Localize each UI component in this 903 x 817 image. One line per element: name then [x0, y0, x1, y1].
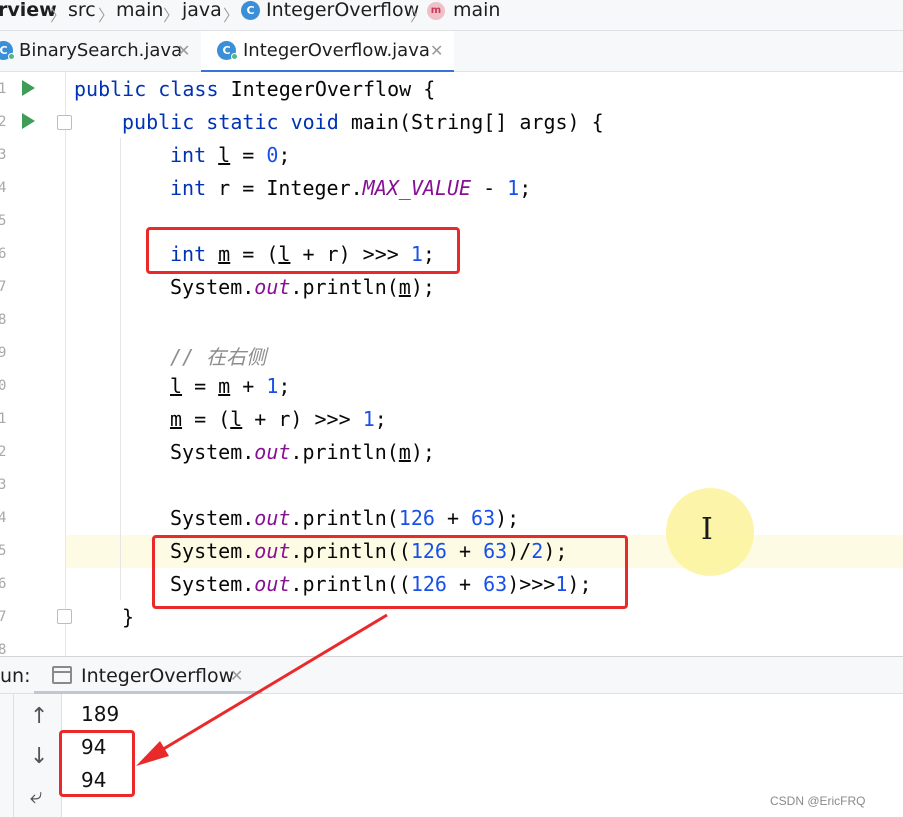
code-line: System.out.println(m); [170, 275, 435, 299]
close-icon[interactable]: ✕ [177, 41, 190, 60]
code-line: System.out.println(126 + 63); [170, 506, 520, 530]
breadcrumb: rview 〉 src 〉 main 〉 java 〉 C IntegerOve… [0, 0, 903, 31]
line-number: 2 [0, 114, 7, 130]
breadcrumb-item-class[interactable]: IntegerOverflow [266, 0, 419, 22]
annotation-box-output [59, 730, 135, 797]
code-line: l = m + 1; [170, 374, 291, 398]
tab-binarysearch[interactable]: C BinarySearch.java ✕ [0, 31, 200, 72]
code-line: int l = 0; [170, 143, 291, 167]
scroll-up-icon[interactable]: ↑ [30, 704, 48, 729]
line-number: 8 [0, 642, 7, 656]
code-line: public static void main(String[] args) { [122, 110, 604, 134]
line-number: 9 [0, 345, 7, 361]
class-icon: C [241, 1, 260, 20]
run-panel-title: un: [0, 665, 31, 687]
close-icon[interactable]: ✕ [230, 666, 243, 685]
code-line: public class IntegerOverflow { [74, 77, 436, 101]
code-editor[interactable]: 1 2 3 4 5 6 7 8 9 0 1 2 3 4 5 6 7 8 publ… [0, 72, 903, 656]
editor-tab-bar: C BinarySearch.java ✕ C IntegerOverflow.… [0, 31, 903, 73]
breadcrumb-item-method[interactable]: main [453, 0, 500, 22]
breadcrumb-item-main[interactable]: main [116, 0, 163, 22]
run-panel-body: ↑ ↓ ⤶ 189 94 94 [0, 694, 903, 817]
run-side-strip [0, 694, 14, 817]
tab-integeroverflow[interactable]: C IntegerOverflow.java ✕ [201, 31, 454, 73]
line-number: 1 [0, 81, 7, 97]
code-line: int r = Integer.MAX_VALUE - 1; [170, 176, 532, 200]
runnable-badge-icon [231, 53, 238, 60]
method-icon: m [427, 2, 445, 20]
run-tab-integeroverflow[interactable]: IntegerOverflow ✕ [34, 657, 262, 694]
annotation-box-shift [146, 227, 460, 274]
code-line: } [122, 605, 135, 629]
breadcrumb-separator: 〉 [410, 6, 427, 25]
run-tab-label: IntegerOverflow [81, 665, 235, 687]
code-line: System.out.println(m); [170, 440, 435, 464]
line-number: 6 [0, 576, 7, 592]
watermark: CSDN @EricFRQ [770, 794, 866, 808]
line-number: 0 [0, 378, 7, 394]
annotation-box-println [152, 535, 628, 609]
breadcrumb-separator: 〉 [50, 6, 67, 25]
console-icon [52, 666, 72, 684]
breadcrumb-item-src[interactable]: src [68, 0, 96, 22]
line-number: 7 [0, 609, 7, 625]
soft-wrap-icon[interactable]: ⤶ [30, 784, 42, 809]
fold-icon[interactable] [57, 115, 72, 130]
breadcrumb-separator: 〉 [98, 6, 115, 25]
code-line: m = (l + r) >>> 1; [170, 407, 387, 431]
line-number: 2 [0, 444, 7, 460]
breadcrumb-item-project[interactable]: rview [0, 0, 57, 22]
line-number: 3 [0, 477, 7, 493]
breadcrumb-item-java[interactable]: java [182, 0, 222, 22]
run-class-icon[interactable] [22, 80, 35, 96]
run-toolbar: ↑ ↓ ⤶ [14, 694, 62, 817]
run-panel-header: un: IntegerOverflow ✕ [0, 656, 903, 694]
breadcrumb-separator: 〉 [223, 6, 240, 25]
scroll-down-icon[interactable]: ↓ [30, 744, 48, 769]
line-number: 5 [0, 543, 7, 559]
breadcrumb-separator: 〉 [163, 6, 180, 25]
console-output-line: 189 [81, 702, 120, 726]
line-number: 1 [0, 411, 7, 427]
line-number: 3 [0, 147, 7, 163]
tab-label: IntegerOverflow.java [243, 40, 430, 61]
runnable-badge-icon [8, 53, 15, 60]
run-main-icon[interactable] [22, 113, 35, 129]
line-number: 4 [0, 180, 7, 196]
line-number: 8 [0, 312, 7, 328]
editor-gutter: 1 2 3 4 5 6 7 8 9 0 1 2 3 4 5 6 7 8 [0, 72, 72, 656]
indent-guide [120, 138, 121, 600]
line-number: 5 [0, 213, 7, 229]
line-number: 6 [0, 246, 7, 262]
line-number: 7 [0, 279, 7, 295]
close-icon[interactable]: ✕ [430, 41, 443, 60]
text-cursor-icon: I [701, 512, 713, 547]
code-comment: // 在右侧 [170, 345, 267, 369]
fold-icon[interactable] [57, 609, 72, 624]
tab-label: BinarySearch.java [19, 40, 183, 61]
line-number: 4 [0, 510, 7, 526]
